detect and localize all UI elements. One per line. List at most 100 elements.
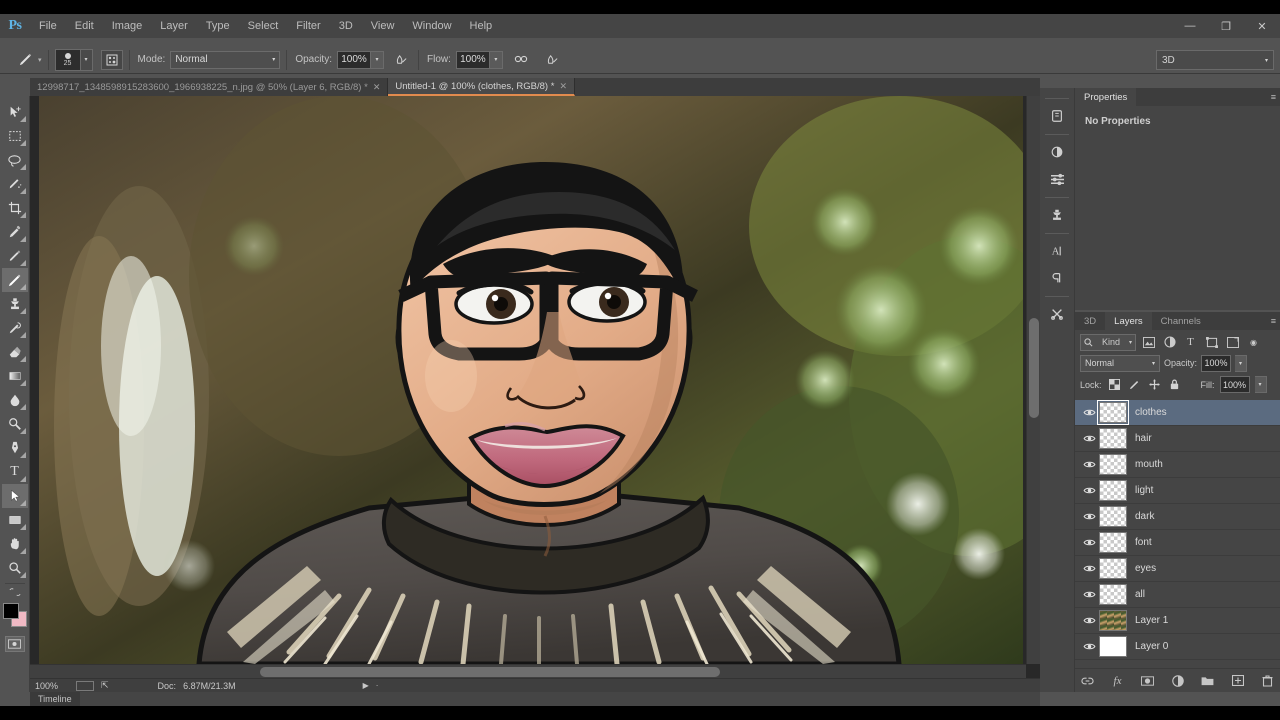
new-group-button[interactable] [1201,674,1215,688]
tab-channels[interactable]: Channels [1151,312,1210,330]
layer-visibility-toggle-icon[interactable] [1079,582,1099,608]
zoom-tool[interactable] [2,556,28,580]
layer-name[interactable]: hair [1135,433,1152,444]
layer-name[interactable]: Layer 0 [1135,641,1168,652]
menu-select[interactable]: Select [239,14,288,38]
history-brush-tool[interactable] [2,316,28,340]
current-tool-icon[interactable] [14,50,36,70]
default-colors-icon[interactable] [2,587,28,597]
eyedropper-tool[interactable] [2,220,28,244]
layer-row-light[interactable]: light [1075,478,1280,504]
layer-visibility-toggle-icon[interactable] [1079,400,1099,426]
layer-name[interactable]: Layer 1 [1135,615,1168,626]
menu-edit[interactable]: Edit [66,14,103,38]
menu-3d[interactable]: 3D [330,14,362,38]
layer-visibility-toggle-icon[interactable] [1079,452,1099,478]
panel-menu-icon[interactable]: ≡ [1271,316,1276,326]
menu-filter[interactable]: Filter [287,14,329,38]
adjustments-panel-icon[interactable] [1043,139,1071,165]
opacity-input[interactable]: 100% [337,50,371,69]
menu-window[interactable]: Window [403,14,460,38]
brush-preset-picker-caret-icon[interactable]: ▾ [80,48,93,71]
filter-toggle-switch[interactable]: ◉ [1245,334,1262,351]
add-layer-mask-button[interactable] [1141,674,1155,688]
flow-input[interactable]: 100% [455,50,490,69]
close-icon[interactable]: ✕ [373,82,381,93]
document-canvas-area[interactable]: 100% ⇱ Doc: 6.87M/21.3M ▶ · [30,96,1040,692]
layer-row-hair[interactable]: hair [1075,426,1280,452]
layer-visibility-toggle-icon[interactable] [1079,556,1099,582]
filter-adjustment-layers-icon[interactable] [1161,334,1178,351]
hand-tool[interactable] [2,532,28,556]
quick-mask-toggle[interactable] [4,636,25,652]
layer-visibility-toggle-icon[interactable] [1079,426,1099,452]
filter-pixel-layers-icon[interactable] [1140,334,1157,351]
menu-help[interactable]: Help [461,14,502,38]
layer-thumbnail[interactable] [1099,558,1127,579]
menu-layer[interactable]: Layer [151,14,197,38]
layer-row-font[interactable]: font [1075,530,1280,556]
close-icon[interactable]: ✕ [559,81,567,92]
path-selection-tool[interactable] [1,484,28,508]
layer-name[interactable]: clothes [1135,407,1167,418]
airbrush-icon[interactable] [510,50,532,70]
scrollbar-thumb[interactable] [260,667,720,677]
eraser-tool[interactable] [2,340,28,364]
layer-opacity-input[interactable]: 100% [1201,354,1232,372]
crop-tool[interactable] [2,196,28,220]
layer-blend-mode-select[interactable]: Normal ▾ [1080,354,1160,372]
tool-preset-caret-icon[interactable]: ▾ [38,56,42,64]
opacity-caret-icon[interactable]: ▾ [371,50,384,69]
workspace-switcher[interactable]: 3D ▾ [1156,50,1274,70]
zoom-level-input[interactable]: 100% [35,681,69,691]
layer-fill-caret-icon[interactable]: ▾ [1254,376,1267,393]
menu-image[interactable]: Image [103,14,152,38]
tab-timeline[interactable]: Timeline [30,692,80,706]
filter-shape-layers-icon[interactable] [1203,334,1220,351]
filter-smart-objects-icon[interactable] [1224,334,1241,351]
layer-thumbnail[interactable] [1099,480,1127,501]
document-tab-untitled[interactable]: Untitled-1 @ 100% (clothes, RGB/8) * ✕ [388,78,575,96]
layer-thumbnail[interactable] [1099,454,1127,475]
blur-tool[interactable] [2,388,28,412]
layer-row-layer-1[interactable]: Layer 1 [1075,608,1280,634]
link-layers-button[interactable] [1081,674,1095,688]
layer-row-dark[interactable]: dark [1075,504,1280,530]
layer-name[interactable]: eyes [1135,563,1156,574]
filter-type-layers-icon[interactable]: T [1182,334,1199,351]
rectangle-shape-tool[interactable] [2,508,28,532]
layer-visibility-toggle-icon[interactable] [1079,478,1099,504]
artboard[interactable] [39,96,1023,664]
pressure-size-icon[interactable] [542,50,564,70]
horizontal-type-tool[interactable]: T [2,460,28,484]
layer-kind-filter-select[interactable]: Kind ▾ [1080,333,1136,351]
tab-3d[interactable]: 3D [1075,312,1106,330]
new-layer-button[interactable] [1231,674,1245,688]
status-menu-caret-icon[interactable]: ▶ [363,681,369,690]
blend-mode-select[interactable]: Normal ▾ [170,50,281,69]
dodge-tool[interactable] [2,412,28,436]
layer-visibility-toggle-icon[interactable] [1079,608,1099,634]
flow-caret-icon[interactable]: ▾ [489,50,503,69]
layer-opacity-caret-icon[interactable]: ▾ [1235,354,1248,372]
color-mixer-panel-icon[interactable] [1043,301,1071,327]
paragraph-panel-icon[interactable] [1043,265,1071,291]
pressure-opacity-icon[interactable] [390,50,412,70]
layer-name[interactable]: mouth [1135,459,1163,470]
lock-image-pixels-icon[interactable] [1127,377,1142,392]
canvas-vertical-scrollbar[interactable] [1026,96,1040,664]
layer-name[interactable]: all [1135,589,1145,600]
styles-panel-icon[interactable] [1043,166,1071,192]
arrange-documents-icon[interactable]: ⇱ [101,680,109,691]
clone-source-panel-icon[interactable] [1043,202,1071,228]
layer-name[interactable]: font [1135,537,1152,548]
delete-layer-button[interactable] [1261,674,1275,688]
quick-selection-tool[interactable] [2,172,28,196]
brush-tool[interactable] [1,268,28,292]
panel-menu-icon[interactable]: ≡ [1271,92,1276,102]
layer-row-layer-0[interactable]: Layer 0 [1075,634,1280,660]
minimize-button[interactable]: — [1172,14,1208,38]
layer-name[interactable]: dark [1135,511,1154,522]
pen-tool[interactable] [2,436,28,460]
layer-fill-input[interactable]: 100% [1219,376,1250,393]
